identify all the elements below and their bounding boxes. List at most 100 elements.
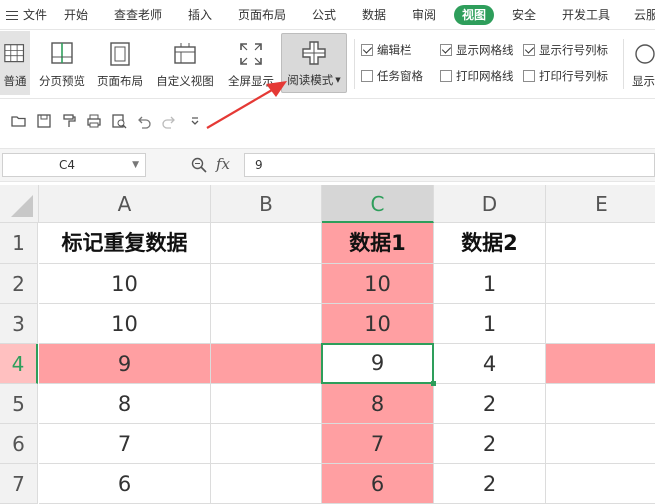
cell-c2[interactable]: 10 bbox=[322, 264, 434, 304]
chevron-down-icon[interactable]: ▼ bbox=[132, 154, 139, 176]
column-header-c[interactable]: C bbox=[322, 185, 434, 223]
cell-b6[interactable] bbox=[211, 424, 322, 464]
row-header-5[interactable]: 5 bbox=[0, 384, 38, 424]
cell-b4[interactable] bbox=[211, 344, 322, 384]
redo-icon[interactable] bbox=[160, 112, 178, 130]
format-painter-icon[interactable] bbox=[60, 112, 78, 130]
open-folder-icon[interactable] bbox=[10, 112, 28, 130]
full-screen-button[interactable]: 全屏显示 bbox=[224, 31, 278, 95]
cell-a7[interactable]: 6 bbox=[39, 464, 211, 504]
undo-icon[interactable] bbox=[135, 112, 153, 130]
cell-d3[interactable]: 1 bbox=[434, 304, 546, 344]
tab-page-layout[interactable]: 页面布局 bbox=[238, 0, 286, 30]
select-all-corner[interactable] bbox=[0, 185, 39, 223]
cell-c7[interactable]: 6 bbox=[322, 464, 434, 504]
tab-home[interactable]: 开始 bbox=[64, 0, 88, 30]
select-all-triangle-icon bbox=[0, 185, 39, 223]
cell-b5[interactable] bbox=[211, 384, 322, 424]
normal-view-label: 普通 bbox=[0, 73, 30, 89]
page-layout-view-button[interactable]: 页面布局 bbox=[92, 31, 148, 95]
reading-mode-text: 阅读模式 bbox=[287, 73, 333, 87]
cell-a6[interactable]: 7 bbox=[39, 424, 211, 464]
tab-chachalaoshi[interactable]: 查查老师 bbox=[114, 0, 162, 30]
unchecked-box-icon bbox=[440, 70, 452, 82]
active-cell[interactable]: 9 bbox=[321, 343, 434, 384]
name-box[interactable]: C4 ▼ bbox=[2, 153, 146, 177]
column-header-e[interactable]: E bbox=[546, 185, 655, 223]
cell-d4[interactable]: 4 bbox=[434, 344, 546, 384]
cell-d7[interactable]: 2 bbox=[434, 464, 546, 504]
cell-a3[interactable]: 10 bbox=[39, 304, 211, 344]
save-icon[interactable] bbox=[35, 112, 53, 130]
cell-e5[interactable] bbox=[546, 384, 655, 424]
cell-d6[interactable]: 2 bbox=[434, 424, 546, 464]
insert-function-button[interactable]: fx bbox=[216, 155, 230, 173]
cell-d5[interactable]: 2 bbox=[434, 384, 546, 424]
column-header-d[interactable]: D bbox=[434, 185, 546, 223]
print-headings-checkbox[interactable]: 打印行号列标 bbox=[523, 67, 608, 85]
cell-a1[interactable]: 标记重复数据 bbox=[39, 223, 211, 264]
file-menu[interactable]: 文件 bbox=[6, 0, 47, 30]
ribbon-separator bbox=[623, 39, 624, 89]
cell-e4[interactable] bbox=[546, 344, 655, 384]
customize-toolbar-icon[interactable] bbox=[186, 112, 204, 130]
formula-input[interactable]: 9 bbox=[244, 153, 655, 177]
display-button[interactable]: 显示 bbox=[628, 31, 655, 95]
cell-a5[interactable]: 8 bbox=[39, 384, 211, 424]
hamburger-icon bbox=[6, 11, 18, 20]
cell-a4[interactable]: 9 bbox=[39, 344, 211, 384]
ribbon-separator bbox=[354, 39, 355, 89]
tab-view[interactable]: 视图 bbox=[454, 5, 494, 25]
row-header-4[interactable]: 4 bbox=[0, 344, 38, 384]
page-break-preview-button[interactable]: 分页预览 bbox=[34, 31, 90, 95]
cell-a2[interactable]: 10 bbox=[39, 264, 211, 304]
cell-e7[interactable] bbox=[546, 464, 655, 504]
cell-e1[interactable] bbox=[546, 223, 655, 264]
cell-b3[interactable] bbox=[211, 304, 322, 344]
row-header-7[interactable]: 7 bbox=[0, 464, 38, 504]
full-screen-icon bbox=[238, 41, 264, 67]
cell-c3[interactable]: 10 bbox=[322, 304, 434, 344]
custom-view-icon bbox=[172, 41, 198, 67]
cell-e2[interactable] bbox=[546, 264, 655, 304]
cell-b1[interactable] bbox=[211, 223, 322, 264]
show-headings-checkbox[interactable]: 显示行号列标 bbox=[523, 41, 608, 59]
column-header-a[interactable]: A bbox=[39, 185, 211, 223]
file-menu-label: 文件 bbox=[23, 8, 47, 22]
print-gridlines-checkbox[interactable]: 打印网格线 bbox=[440, 67, 514, 85]
cell-e6[interactable] bbox=[546, 424, 655, 464]
tab-insert[interactable]: 插入 bbox=[188, 0, 212, 30]
custom-view-button[interactable]: 自定义视图 bbox=[152, 31, 218, 95]
column-header-b[interactable]: B bbox=[211, 185, 322, 223]
tab-data[interactable]: 数据 bbox=[362, 0, 386, 30]
cell-d1[interactable]: 数据2 bbox=[434, 223, 546, 264]
cell-b2[interactable] bbox=[211, 264, 322, 304]
row-header-3[interactable]: 3 bbox=[0, 304, 38, 344]
cell-e3[interactable] bbox=[546, 304, 655, 344]
row-header-2[interactable]: 2 bbox=[0, 264, 38, 304]
print-preview-icon[interactable] bbox=[110, 112, 128, 130]
show-headings-checkbox-label: 显示行号列标 bbox=[539, 43, 608, 57]
cell-d2[interactable]: 1 bbox=[434, 264, 546, 304]
cell-c1[interactable]: 数据1 bbox=[322, 223, 434, 264]
normal-view-button[interactable]: 普通 bbox=[0, 31, 30, 95]
tab-cloud[interactable]: 云服 bbox=[634, 0, 655, 30]
tab-security[interactable]: 安全 bbox=[512, 0, 536, 30]
tab-developer[interactable]: 开发工具 bbox=[562, 0, 610, 30]
row-header-6[interactable]: 6 bbox=[0, 424, 38, 464]
tab-review[interactable]: 审阅 bbox=[412, 0, 436, 30]
cell-c5[interactable]: 8 bbox=[322, 384, 434, 424]
zoom-icon[interactable] bbox=[190, 156, 208, 174]
formula-bar-checkbox[interactable]: 编辑栏 bbox=[361, 41, 412, 59]
tab-formulas[interactable]: 公式 bbox=[312, 0, 336, 30]
reading-mode-button[interactable]: 阅读模式▼ bbox=[281, 33, 347, 93]
task-pane-checkbox[interactable]: 任务窗格 bbox=[361, 67, 423, 85]
show-gridlines-checkbox[interactable]: 显示网格线 bbox=[440, 41, 514, 59]
fill-handle[interactable] bbox=[431, 381, 436, 386]
cell-b7[interactable] bbox=[211, 464, 322, 504]
custom-view-label: 自定义视图 bbox=[152, 73, 218, 89]
print-headings-checkbox-label: 打印行号列标 bbox=[539, 69, 608, 83]
print-icon[interactable] bbox=[85, 112, 103, 130]
row-header-1[interactable]: 1 bbox=[0, 223, 38, 264]
cell-c6[interactable]: 7 bbox=[322, 424, 434, 464]
